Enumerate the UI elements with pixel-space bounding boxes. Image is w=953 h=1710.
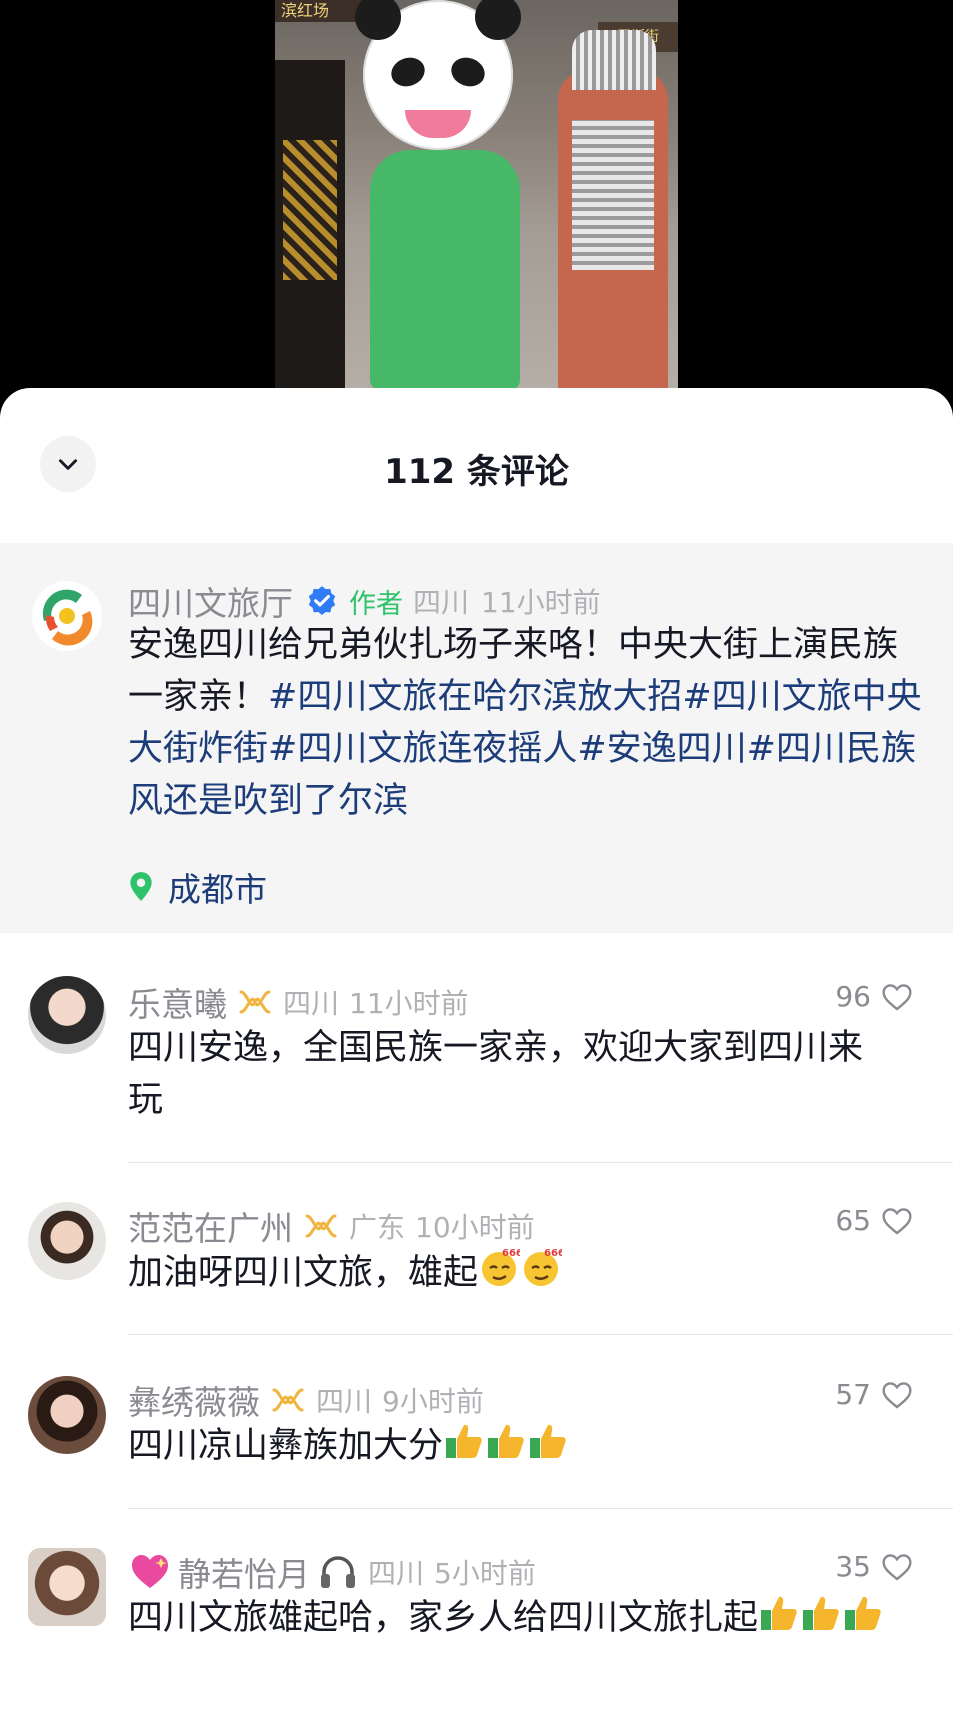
comment-meta-row: 静若怡月 四川 5小时前 <box>128 1548 536 1596</box>
like-button[interactable]: 65 <box>835 1204 913 1237</box>
time-label: 11小时前 <box>349 987 469 1020</box>
panda-mascot-head <box>355 0 521 150</box>
pinned-comment-text: 安逸四川给兄弟伙扎场子来咯！中央大街上演民族一家亲！#四川文旅在哈尔滨放大招#四… <box>128 619 928 827</box>
location-tag[interactable]: 成都市 <box>128 863 267 911</box>
like-button[interactable]: 35 <box>835 1550 913 1583</box>
666-face-emoji-icon: 666 <box>520 1246 565 1303</box>
sichuan-tourism-logo-icon <box>34 583 100 649</box>
666-face-emoji-icon: 666 <box>478 1246 523 1303</box>
time-label: 9小时前 <box>382 1385 484 1418</box>
svg-text:666: 666 <box>544 1248 562 1259</box>
like-button[interactable]: 96 <box>835 980 913 1013</box>
thumbs-up-emoji-icon <box>758 1593 800 1648</box>
thumbs-up-emoji-icon <box>800 1593 842 1648</box>
heart-icon <box>882 1381 912 1409</box>
like-button[interactable]: 57 <box>835 1378 913 1411</box>
fan-badge-icon <box>305 1214 337 1238</box>
location-pin-icon <box>130 872 152 901</box>
like-count: 96 <box>835 980 871 1013</box>
like-count: 65 <box>835 1204 871 1237</box>
pinned-author-comment[interactable]: 四川文旅厅 作者 四川 11小时前 安逸四川给兄弟伙扎场子来咯！中央大街上演民族… <box>0 543 953 933</box>
panda-costume-body <box>370 150 520 388</box>
video-player[interactable]: 滨红场 罗斯街 <box>0 0 953 400</box>
location-label: 成都市 <box>168 870 267 909</box>
user-avatar[interactable] <box>28 1548 106 1626</box>
performer-right <box>558 70 668 388</box>
thumbs-up-emoji-icon <box>485 1421 527 1476</box>
comment-text-plain: 四川文旅雄起哈，家乡人给四川文旅扎起 <box>128 1598 759 1638</box>
author-avatar[interactable] <box>32 581 102 651</box>
user-name[interactable]: 静若怡月 <box>178 1548 310 1596</box>
comment-meta-row: 范范在广州 广东 10小时前 <box>128 1202 535 1250</box>
comment-meta-row: 彝绣薇薇 四川 9小时前 <box>128 1376 484 1424</box>
comments-header: 112 条评论 <box>0 388 953 543</box>
silver-headdress <box>572 30 656 90</box>
svg-text:666: 666 <box>502 1248 520 1259</box>
hashtag-link[interactable]: #四川文旅连夜摇人 <box>268 729 577 769</box>
author-name[interactable]: 四川文旅厅 <box>128 577 293 625</box>
comment-text: 四川安逸，全国民族一家亲，欢迎大家到四川来玩 <box>128 1028 864 1120</box>
performer-left <box>275 60 345 388</box>
divider <box>128 1162 953 1163</box>
time-label: 10小时前 <box>415 1211 535 1244</box>
comment-meta-row: 乐意曦 四川 11小时前 <box>128 978 469 1026</box>
comments-sheet: 112 条评论 四川文旅厅 作者 四川 11小时前 安逸四川给兄弟伙扎场子来咯！… <box>0 388 953 1710</box>
thumbs-up-emoji-icon <box>527 1421 569 1476</box>
comment-text-plain: 四川凉山彝族加大分 <box>128 1426 444 1466</box>
heart-icon <box>882 1553 912 1581</box>
like-count: 35 <box>835 1550 871 1583</box>
fan-badge-icon <box>272 1388 304 1412</box>
video-frame[interactable]: 滨红场 罗斯街 <box>275 0 678 388</box>
fan-badge-icon <box>239 990 271 1014</box>
divider <box>128 1334 953 1335</box>
thumbs-up-emoji-icon <box>842 1593 884 1648</box>
time-label: 11小时前 <box>481 586 601 619</box>
user-name[interactable]: 彝绣薇薇 <box>128 1376 260 1424</box>
region-label: 四川 <box>413 586 470 619</box>
author-tag: 作者 <box>349 588 403 620</box>
thumbs-up-emoji-icon <box>443 1421 485 1476</box>
comment-text: 加油呀四川文旅，雄起 666 666 <box>128 1246 888 1303</box>
hashtag-link[interactable]: #安逸四川 <box>577 729 746 769</box>
user-avatar[interactable] <box>28 1376 106 1454</box>
time-label: 5小时前 <box>434 1557 536 1590</box>
user-name[interactable]: 范范在广州 <box>128 1202 293 1250</box>
comment-text-plain: 加油呀四川文旅，雄起 <box>128 1253 479 1293</box>
divider <box>128 1508 953 1509</box>
user-name[interactable]: 乐意曦 <box>128 978 227 1026</box>
region-label: 广东 <box>349 1211 406 1244</box>
pinned-meta-row: 四川文旅厅 作者 四川 11小时前 <box>128 577 601 625</box>
user-avatar[interactable] <box>28 1202 106 1280</box>
user-avatar[interactable] <box>28 976 106 1054</box>
headphones-icon <box>321 1556 355 1588</box>
like-count: 57 <box>835 1378 871 1411</box>
region-label: 四川 <box>316 1385 373 1418</box>
comments-count-title: 112 条评论 <box>384 452 569 492</box>
region-label: 四川 <box>368 1557 425 1590</box>
region-label: 四川 <box>283 987 340 1020</box>
comment-text: 四川文旅雄起哈，家乡人给四川文旅扎起 <box>128 1592 918 1648</box>
verified-badge-icon <box>308 586 336 616</box>
heart-icon <box>882 1207 912 1235</box>
heart-icon <box>882 983 912 1011</box>
sparkling-heart-icon <box>132 1555 168 1588</box>
hashtag-link[interactable]: #四川文旅在哈尔滨放大招 <box>268 677 682 717</box>
comment-text: 四川凉山彝族加大分 <box>128 1420 888 1476</box>
